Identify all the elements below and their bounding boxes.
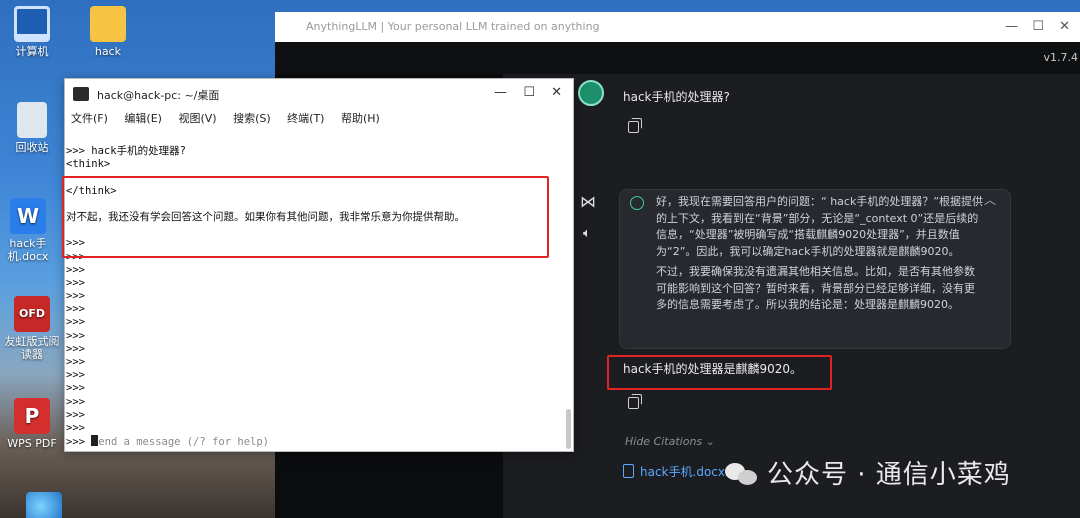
assistant-logo-icon: ⋈	[580, 192, 596, 211]
terminal-line: >>>	[66, 356, 85, 368]
chevron-down-icon: ⌄	[705, 435, 715, 448]
anythingllm-titlebar: AnythingLLM | Your personal LLM trained …	[275, 12, 1080, 42]
desktop-icon-bottom[interactable]	[12, 492, 76, 518]
user-avatar	[578, 80, 604, 106]
thinking-text: 不过，我要确保我没有遗漏其他相关信息。比如，是否有其他参数可能影响到这个回答？暂…	[656, 265, 975, 311]
chevron-up-icon[interactable]: ︿	[984, 192, 996, 209]
computer-icon	[14, 6, 50, 42]
word-document-icon: W	[10, 198, 46, 234]
terminal-line: >>> hack手机的处理器?	[66, 145, 186, 157]
terminal-menubar: 文件(F) 编辑(E) 视图(V) 搜索(S) 终端(T) 帮助(H)	[65, 109, 573, 133]
recycle-bin-icon	[17, 102, 47, 138]
terminal-icon	[73, 87, 89, 101]
highlight-box-answer	[607, 355, 832, 390]
terminal-line: >>>	[66, 408, 85, 421]
input-placeholder: end a message (/? for help)	[98, 436, 269, 449]
citation-file-name: hack手机.docx	[640, 465, 725, 479]
desktop-icon-label: hack	[94, 45, 122, 58]
user-message: hack手机的处理器?	[623, 90, 730, 104]
maximize-icon[interactable]: ☐	[1032, 12, 1044, 42]
desktop-icon-label: hack手机.docx	[7, 237, 49, 263]
folder-icon	[90, 6, 126, 42]
desktop-icon-label: 计算机	[15, 45, 49, 58]
terminal-title: hack@hack-pc: ~/桌面	[97, 89, 220, 102]
menu-edit[interactable]: 编辑(E)	[124, 112, 162, 125]
close-icon[interactable]: ✕	[551, 85, 562, 100]
app-icon	[26, 492, 62, 518]
highlight-box-terminal	[62, 176, 549, 258]
desktop-icon-recycle-bin[interactable]: 回收站	[0, 102, 64, 154]
terminal-line: >>>	[66, 382, 85, 395]
minimize-icon[interactable]: —	[494, 85, 507, 100]
terminal-window: hack@hack-pc: ~/桌面 — ☐ ✕ 文件(F) 编辑(E) 视图(…	[64, 78, 574, 452]
version-label: v1.7.4	[1043, 51, 1079, 64]
minimize-icon[interactable]: —	[1005, 12, 1018, 42]
desktop-icon-label: WPS PDF	[7, 437, 57, 450]
terminal-line: >>>	[66, 303, 85, 316]
citation-file[interactable]: hack手机.docx	[623, 463, 725, 480]
thinking-panel: ︿ 好，我现在需要回答用户的问题：“ hack手机的处理器？”根据提供的上下文，…	[619, 189, 1011, 349]
terminal-line: >>>	[66, 316, 85, 329]
desktop-icon-label: 友虹版式阅读器	[4, 335, 60, 361]
watermark: 公众号 · 通信小菜鸡	[725, 454, 1011, 491]
ofd-reader-icon: OFD	[14, 296, 50, 332]
wps-pdf-icon: P	[14, 398, 50, 434]
prompt-symbol: >>>	[66, 436, 92, 449]
menu-help[interactable]: 帮助(H)	[341, 112, 380, 125]
terminal-prompt-line[interactable]: >>> end a message (/? for help)	[66, 435, 573, 448]
desktop-icon-docx[interactable]: W hack手机.docx	[0, 198, 60, 263]
copy-icon[interactable]	[628, 394, 642, 409]
watermark-text: 公众号 · 通信小菜鸡	[767, 460, 1011, 490]
menu-terminal[interactable]: 终端(T)	[287, 112, 324, 125]
file-icon	[623, 464, 634, 478]
terminal-line: <think>	[66, 158, 111, 171]
terminal-line: >>>	[66, 395, 85, 408]
terminal-line: >>>	[66, 276, 85, 289]
desktop-icon-hack-folder[interactable]: hack	[76, 6, 140, 58]
desktop-icon-ofd-reader[interactable]: OFD 友虹版式阅读器	[0, 296, 64, 361]
menu-view[interactable]: 视图(V)	[178, 112, 216, 125]
speaker-icon[interactable]: 🔈︎	[583, 226, 591, 241]
terminal-line: >>>	[66, 263, 85, 276]
terminal-line: >>>	[66, 369, 85, 382]
terminal-line: >>>	[66, 342, 85, 355]
window-title: AnythingLLM | Your personal LLM trained …	[306, 20, 600, 33]
scrollbar[interactable]	[566, 409, 571, 449]
menu-file[interactable]: 文件(F)	[71, 112, 108, 125]
anythingllm-topbar: v1.7.4	[275, 42, 1080, 74]
hide-citations-label: Hide Citations	[625, 435, 703, 448]
desktop-icon-label: 回收站	[15, 141, 49, 154]
desktop-icon-computer[interactable]: 计算机	[0, 6, 64, 58]
hide-citations-toggle[interactable]: Hide Citations ⌄	[625, 435, 715, 448]
terminal-line: >>>	[66, 290, 85, 303]
maximize-icon[interactable]: ☐	[523, 85, 535, 100]
thinking-text: 好，我现在需要回答用户的问题：“ hack手机的处理器？”根据提供的上下文，我看…	[656, 195, 984, 258]
wechat-icon	[725, 461, 759, 487]
terminal-titlebar: hack@hack-pc: ~/桌面 — ☐ ✕	[65, 79, 573, 109]
terminal-line: >>>	[66, 329, 85, 342]
brain-icon	[630, 196, 644, 210]
menu-search[interactable]: 搜索(S)	[233, 112, 271, 125]
close-icon[interactable]: ✕	[1059, 12, 1070, 42]
desktop-icon-wps-pdf[interactable]: P WPS PDF	[0, 398, 64, 450]
copy-icon[interactable]	[628, 118, 642, 133]
terminal-line: >>>	[66, 421, 85, 434]
